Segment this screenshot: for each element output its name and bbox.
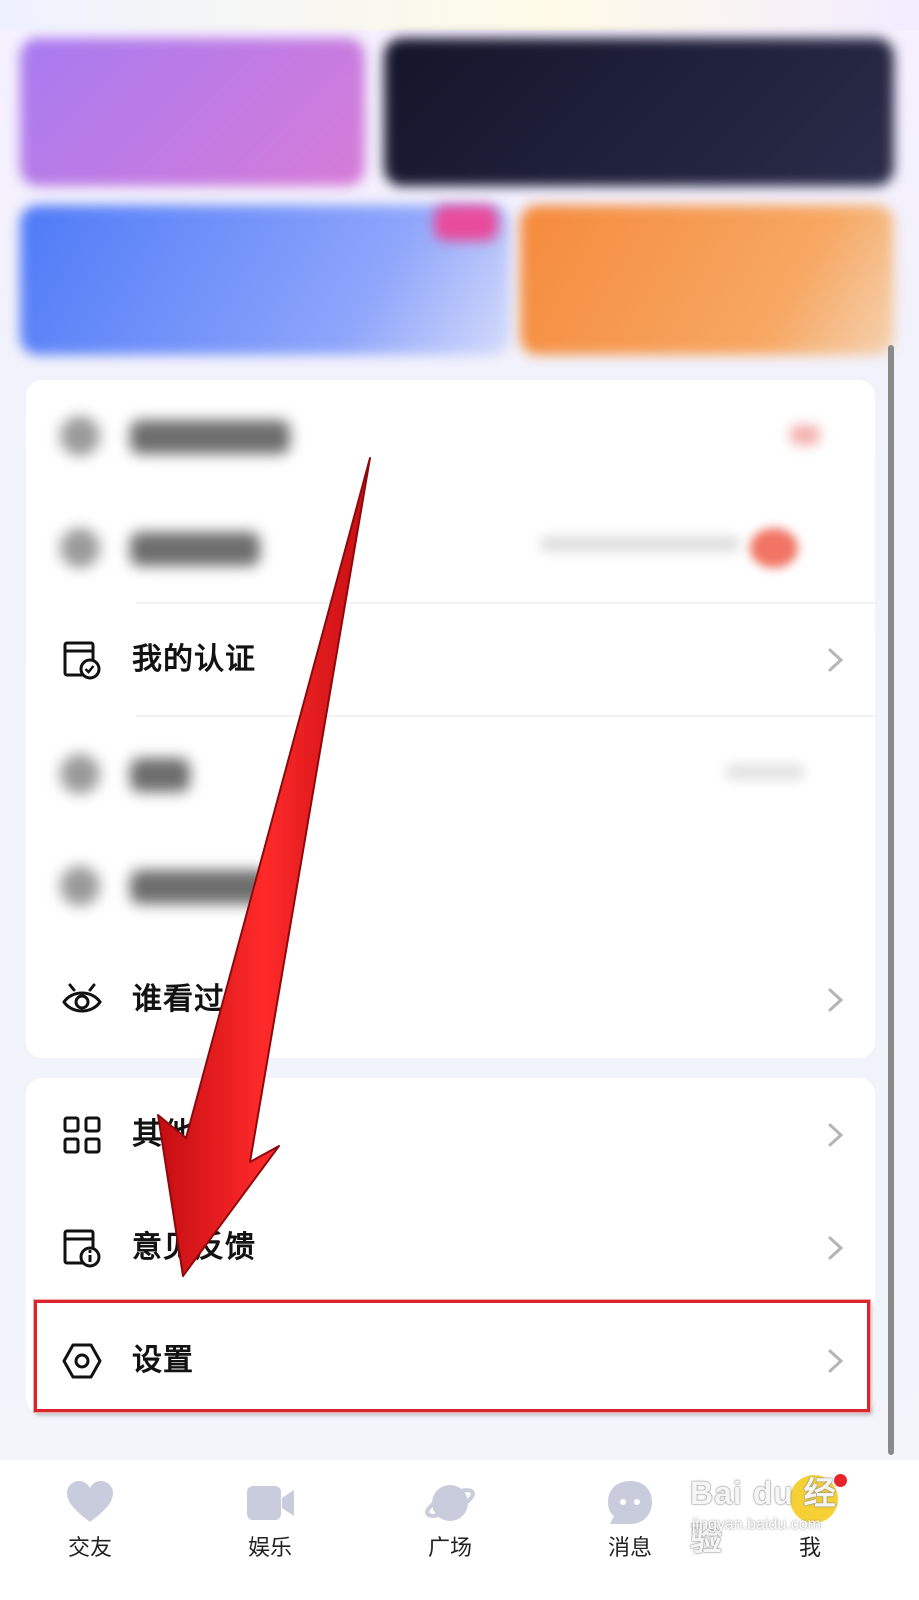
- blurred-menu-item[interactable]: [60, 748, 260, 798]
- promo-badge: [434, 205, 498, 241]
- status-bar: [0, 0, 919, 30]
- chevron-right-icon: [828, 988, 844, 1012]
- tab-label: 消息: [607, 1536, 652, 1561]
- menu-item-label: 其他功能: [132, 1117, 256, 1152]
- tab-plaza[interactable]: 广场: [390, 1460, 510, 1600]
- menu-item-viewers[interactable]: 谁看过我: [26, 945, 875, 1055]
- blurred-indicator: [790, 425, 820, 445]
- blurred-menu-item[interactable]: [60, 860, 320, 910]
- divider: [136, 715, 875, 717]
- promo-banner-2[interactable]: [384, 38, 894, 186]
- menu-item-feedback[interactable]: 意见反馈: [26, 1193, 875, 1303]
- menu-item-other-features[interactable]: 其他功能: [26, 1080, 875, 1190]
- chevron-right-icon: [828, 648, 844, 672]
- planet-icon: [425, 1485, 475, 1521]
- blurred-menu-item[interactable]: [60, 522, 280, 572]
- grid-icon: [63, 1116, 101, 1154]
- blurred-value: [540, 536, 740, 552]
- tab-friends[interactable]: 交友: [30, 1460, 150, 1600]
- menu-item-certification[interactable]: 我的认证: [26, 605, 875, 715]
- menu-item-label: 谁看过我: [132, 982, 256, 1017]
- promo-banner-1[interactable]: [20, 38, 365, 186]
- settings-highlight-box: [34, 1300, 870, 1412]
- chevron-right-icon: [828, 1123, 844, 1147]
- blurred-avatar: [750, 528, 798, 568]
- feedback-icon: [63, 1229, 101, 1268]
- watermark: Bai du 经验 jingyan.baidu.com: [690, 1468, 860, 1557]
- divider: [136, 602, 875, 604]
- watermark-main: Bai du 经验: [690, 1475, 837, 1557]
- eye-icon: [62, 983, 102, 1013]
- heart-icon: [67, 1481, 113, 1522]
- tab-label: 交友: [67, 1536, 112, 1561]
- scrollbar[interactable]: [888, 345, 894, 1455]
- chevron-right-icon: [828, 1236, 844, 1260]
- tab-messages[interactable]: 消息: [570, 1460, 690, 1600]
- certificate-icon: [63, 641, 101, 680]
- tab-entertainment[interactable]: 娱乐: [210, 1460, 330, 1600]
- promo-banner-4[interactable]: [520, 205, 894, 355]
- blurred-value: [725, 764, 805, 780]
- video-camera-icon: [247, 1486, 294, 1520]
- watermark-sub: jingyan.baidu.com: [692, 1516, 821, 1533]
- blurred-menu-item[interactable]: [60, 410, 300, 460]
- menu-item-label: 意见反馈: [132, 1230, 256, 1265]
- tab-label: 娱乐: [247, 1536, 292, 1561]
- tab-label: 广场: [427, 1536, 472, 1561]
- message-bubble-icon: [608, 1481, 652, 1524]
- menu-item-label: 我的认证: [132, 642, 256, 677]
